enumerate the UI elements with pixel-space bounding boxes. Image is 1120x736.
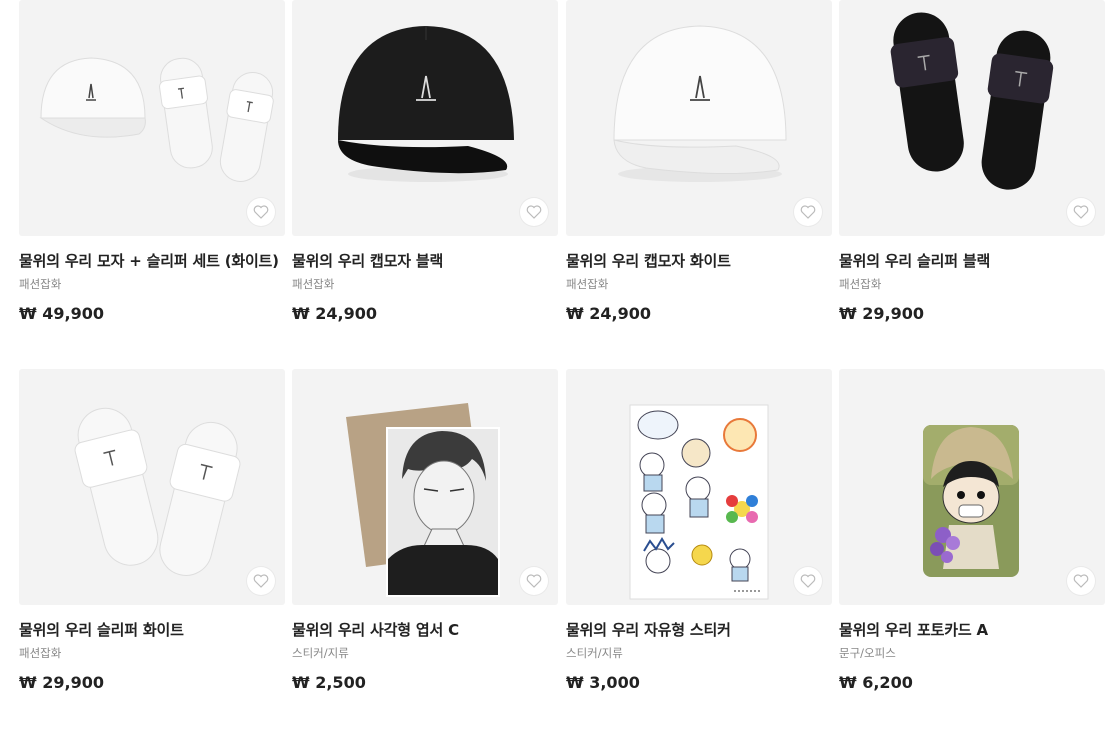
product-image-sticker-sheet[interactable] [566, 369, 832, 605]
black-cap-image [338, 26, 514, 182]
product-price: ₩ 49,900 [19, 304, 104, 323]
product-title[interactable]: 물위의 우리 모자 + 슬리퍼 세트 (화이트) [19, 250, 285, 271]
white-cap-and-slippers-set-image [39, 57, 274, 182]
product-category: 스티커/지류 [292, 646, 349, 660]
product-category: 패션잡화 [839, 277, 882, 291]
product-category: 문구/오피스 [839, 646, 896, 660]
product-title[interactable]: 물위의 우리 포토카드 A [839, 619, 1105, 640]
wishlist-heart-icon[interactable] [1067, 198, 1095, 226]
white-cap-image [613, 25, 787, 182]
wishlist-heart-icon[interactable] [794, 198, 822, 226]
product-price: ₩ 29,900 [19, 673, 104, 692]
product-card[interactable]: 물위의 우리 캡모자 화이트 패션잡화 ₩ 24,900 [566, 0, 832, 323]
product-image-black-cap[interactable] [292, 0, 558, 236]
product-category: 패션잡화 [19, 277, 62, 291]
product-title[interactable]: 물위의 우리 슬리퍼 화이트 [19, 619, 285, 640]
product-card[interactable]: 물위의 우리 포토카드 A 문구/오피스 ₩ 6,200 [839, 369, 1105, 692]
product-price: ₩ 24,900 [566, 304, 651, 323]
product-card[interactable]: 물위의 우리 자유형 스티커 스티커/지류 ₩ 3,000 [566, 369, 832, 692]
product-price: ₩ 24,900 [292, 304, 377, 323]
product-card[interactable]: 물위의 우리 캡모자 블랙 패션잡화 ₩ 24,900 [292, 0, 558, 323]
photocard-image [923, 425, 1019, 577]
product-title[interactable]: 물위의 우리 캡모자 블랙 [292, 250, 558, 271]
product-title[interactable]: 물위의 우리 캡모자 화이트 [566, 250, 832, 271]
wishlist-heart-icon[interactable] [247, 567, 275, 595]
product-category: 패션잡화 [566, 277, 609, 291]
product-category: 스티커/지류 [566, 646, 623, 660]
product-image-photocard[interactable] [839, 369, 1105, 605]
product-card[interactable]: 물위의 우리 슬리퍼 블랙 패션잡화 ₩ 29,900 [839, 0, 1105, 323]
product-card[interactable]: 물위의 우리 모자 + 슬리퍼 세트 (화이트) 패션잡화 ₩ 49,900 [19, 0, 285, 323]
black-slippers-image [890, 12, 1054, 190]
product-image-white-cap[interactable] [566, 0, 832, 236]
product-price: ₩ 29,900 [839, 304, 924, 323]
product-title[interactable]: 물위의 우리 슬리퍼 블랙 [839, 250, 1105, 271]
product-title[interactable]: 물위의 우리 사각형 엽서 C [292, 619, 558, 640]
wishlist-heart-icon[interactable] [1067, 567, 1095, 595]
product-image-black-slippers[interactable] [839, 0, 1105, 236]
product-card[interactable]: 물위의 우리 사각형 엽서 C 스티커/지류 ₩ 2,500 [292, 369, 558, 692]
postcard-with-envelope-image [346, 403, 500, 597]
white-slippers-image [74, 407, 241, 576]
product-image-postcard[interactable] [292, 369, 558, 605]
product-price: ₩ 6,200 [839, 673, 913, 692]
product-price: ₩ 3,000 [566, 673, 640, 692]
wishlist-heart-icon[interactable] [520, 198, 548, 226]
product-category: 패션잡화 [19, 646, 62, 660]
wishlist-heart-icon[interactable] [794, 567, 822, 595]
wishlist-heart-icon[interactable] [520, 567, 548, 595]
product-image-cap-slippers-set[interactable] [19, 0, 285, 236]
product-card[interactable]: 물위의 우리 슬리퍼 화이트 패션잡화 ₩ 29,900 [19, 369, 285, 692]
product-category: 패션잡화 [292, 277, 335, 291]
product-title[interactable]: 물위의 우리 자유형 스티커 [566, 619, 832, 640]
sticker-sheet-image [629, 404, 769, 600]
product-image-white-slippers[interactable] [19, 369, 285, 605]
product-grid: 물위의 우리 모자 + 슬리퍼 세트 (화이트) 패션잡화 ₩ 49,900 물… [0, 0, 1120, 736]
wishlist-heart-icon[interactable] [247, 198, 275, 226]
product-price: ₩ 2,500 [292, 673, 366, 692]
